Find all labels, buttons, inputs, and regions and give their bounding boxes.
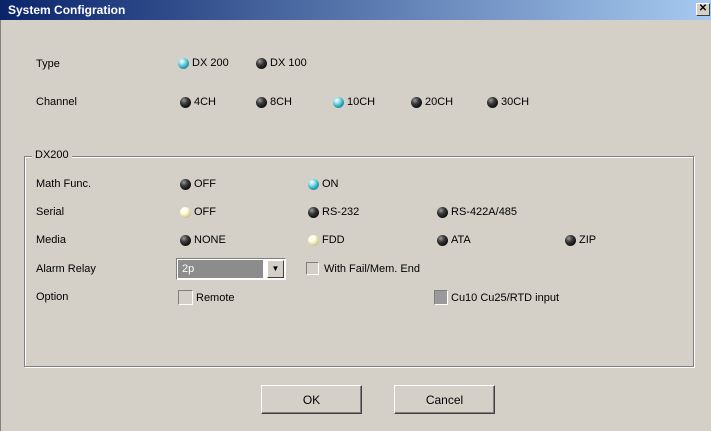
- channel-option-label: 8CH: [270, 96, 293, 108]
- led-indicator-icon: [487, 96, 498, 108]
- math-func-label: Math Func.: [36, 178, 92, 190]
- led-indicator-icon: [437, 234, 448, 246]
- led-indicator-icon: [308, 206, 319, 218]
- with-fail-checkbox[interactable]: With Fail/Mem. End: [306, 262, 420, 275]
- checkbox-box[interactable]: [434, 290, 448, 305]
- led-indicator-icon: [256, 57, 267, 69]
- with-fail-label: With Fail/Mem. End: [324, 262, 420, 275]
- led-indicator-icon: [437, 206, 448, 218]
- led-indicator-icon: [180, 178, 191, 190]
- led-indicator-icon: [178, 57, 189, 69]
- math-option-label: ON: [322, 178, 339, 190]
- ok-button[interactable]: OK: [261, 385, 362, 414]
- media-option-label: ZIP: [579, 234, 597, 246]
- media-option-none[interactable]: NONE: [180, 234, 226, 246]
- serial-option-label: RS-422A/485: [451, 206, 518, 218]
- channel-option-30ch[interactable]: 30CH: [487, 96, 529, 108]
- led-indicator-icon: [411, 96, 422, 108]
- checkbox-box[interactable]: [178, 290, 193, 305]
- channel-label: Channel: [36, 96, 77, 108]
- media-option-zip[interactable]: ZIP: [565, 234, 596, 246]
- led-indicator-icon: [180, 234, 191, 246]
- checkbox-box[interactable]: [306, 262, 319, 275]
- led-indicator-icon: [565, 234, 576, 246]
- serial-option-label: OFF: [194, 206, 216, 218]
- cu10-label: Cu10 Cu25/RTD input: [451, 291, 560, 304]
- type-label: Type: [36, 58, 60, 70]
- led-indicator-icon: [333, 96, 344, 108]
- channel-option-label: 20CH: [425, 96, 454, 108]
- media-option-fdd[interactable]: FDD: [308, 234, 345, 246]
- channel-option-label: 30CH: [501, 96, 530, 108]
- title-bar: System Configration ✕: [0, 0, 711, 20]
- media-option-label: FDD: [322, 234, 345, 246]
- window-title: System Configration: [8, 3, 126, 17]
- led-indicator-icon: [180, 96, 191, 108]
- type-option-dx200[interactable]: DX 200: [178, 57, 229, 69]
- media-option-label: ATA: [451, 234, 471, 246]
- alarm-relay-value: 2p: [178, 260, 263, 278]
- serial-option-rs422[interactable]: RS-422A/485: [437, 206, 517, 218]
- media-option-label: NONE: [194, 234, 226, 246]
- media-label: Media: [36, 234, 66, 246]
- cancel-button[interactable]: Cancel: [394, 385, 495, 414]
- led-indicator-icon: [256, 96, 267, 108]
- remote-label: Remote: [196, 291, 235, 304]
- close-icon: ✕: [698, 3, 708, 14]
- dx200-group-label: DX200: [32, 149, 72, 161]
- window-left-edge: [0, 20, 1, 431]
- led-indicator-icon: [308, 234, 319, 246]
- math-option-on[interactable]: ON: [308, 178, 339, 190]
- math-option-off[interactable]: OFF: [180, 178, 216, 190]
- serial-option-off[interactable]: OFF: [180, 206, 216, 218]
- type-option-label: DX 200: [192, 57, 229, 69]
- channel-option-10ch[interactable]: 10CH: [333, 96, 375, 108]
- serial-label: Serial: [36, 206, 65, 218]
- remote-checkbox[interactable]: Remote: [178, 290, 235, 305]
- channel-option-20ch[interactable]: 20CH: [411, 96, 453, 108]
- channel-option-4ch[interactable]: 4CH: [180, 96, 216, 108]
- channel-option-label: 10CH: [347, 96, 376, 108]
- channel-option-label: 4CH: [194, 96, 217, 108]
- alarm-relay-label: Alarm Relay: [36, 263, 96, 275]
- close-button[interactable]: ✕: [696, 3, 710, 16]
- media-option-ata[interactable]: ATA: [437, 234, 471, 246]
- chevron-down-icon[interactable]: ▼: [267, 260, 284, 278]
- math-option-label: OFF: [194, 178, 216, 190]
- cu10-checkbox[interactable]: Cu10 Cu25/RTD input: [434, 290, 559, 305]
- type-option-label: DX 100: [270, 57, 307, 69]
- type-option-dx100[interactable]: DX 100: [256, 57, 307, 69]
- led-indicator-icon: [180, 206, 191, 218]
- serial-option-rs232[interactable]: RS-232: [308, 206, 359, 218]
- option-label: Option: [36, 291, 69, 303]
- alarm-relay-select[interactable]: 2p ▼: [176, 258, 286, 280]
- channel-option-8ch[interactable]: 8CH: [256, 96, 292, 108]
- led-indicator-icon: [308, 178, 319, 190]
- serial-option-label: RS-232: [322, 206, 360, 218]
